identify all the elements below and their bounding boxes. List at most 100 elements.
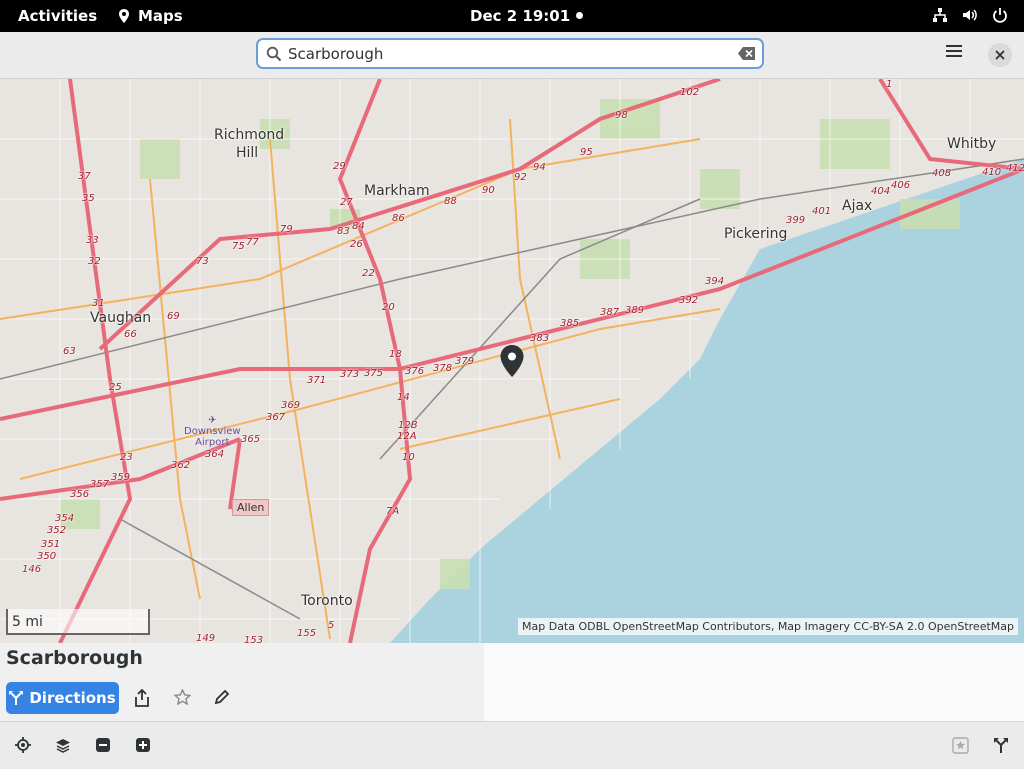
main-menu-icon[interactable] [946, 44, 962, 58]
route-number: 399 [786, 215, 806, 226]
route-number: 73 [196, 256, 209, 267]
route-number: 406 [891, 180, 911, 191]
place-label: Pickering [724, 226, 788, 242]
zoom-out-icon[interactable] [95, 737, 111, 753]
route-number: 29 [333, 161, 346, 172]
route-number: 79 [280, 224, 293, 235]
system-menu[interactable] [932, 7, 1008, 23]
place-label: Markham [364, 183, 430, 199]
clear-search-icon[interactable] [738, 47, 756, 60]
route-number: 149 [196, 633, 216, 643]
airplane-icon: ✈ [208, 415, 217, 426]
route-number: 5 [328, 620, 335, 631]
route-number: 369 [281, 400, 301, 411]
route-number: 86 [392, 213, 405, 224]
place-label: Ajax [842, 198, 873, 214]
map-view[interactable]: Richmond Hill Markham Vaughan Pickering … [0, 79, 1024, 643]
favorites-icon[interactable] [952, 737, 969, 754]
route-number: 155 [297, 628, 317, 639]
route-planner-icon[interactable] [993, 737, 1009, 753]
volume-icon [963, 9, 977, 21]
route-number: 352 [47, 525, 67, 536]
route-number: 14 [397, 392, 410, 403]
route-number: 392 [679, 295, 699, 306]
route-number: 389 [625, 305, 645, 316]
route-number: 354 [55, 513, 75, 524]
route-number: 412 [1006, 163, 1024, 174]
clock[interactable]: Dec 2 19:01 [470, 7, 570, 25]
route-number: 25 [109, 382, 122, 393]
directions-icon [9, 691, 24, 705]
route-number: 31 [92, 298, 105, 309]
share-icon[interactable] [134, 689, 150, 707]
route-number: 373 [340, 369, 360, 380]
zoom-in-icon[interactable] [135, 737, 151, 753]
directions-label: Directions [29, 689, 116, 707]
route-number: 362 [171, 460, 191, 471]
route-number: 365 [241, 434, 261, 445]
app-menu[interactable]: Maps [116, 7, 183, 25]
route-number: 367 [266, 412, 286, 423]
airport-label: ✈ Downsview Airport [184, 415, 241, 448]
route-number: 351 [41, 539, 61, 550]
route-number: 376 [405, 366, 425, 377]
maps-pin-icon [119, 9, 129, 23]
route-number: 77 [246, 237, 259, 248]
route-number: 90 [482, 185, 495, 196]
route-number: 27 [340, 197, 353, 208]
search-box[interactable] [256, 38, 764, 69]
search-input[interactable] [288, 44, 728, 64]
route-number: 385 [560, 318, 580, 329]
details-pane [484, 643, 1024, 721]
route-number: 404 [871, 186, 891, 197]
network-icon [933, 8, 947, 22]
place-label: Hill [236, 145, 259, 161]
airport-name-line1: Downsview [184, 426, 241, 437]
search-icon [266, 46, 282, 62]
current-location-icon[interactable] [15, 737, 31, 753]
route-number: 63 [63, 346, 76, 357]
route-number: 102 [680, 87, 700, 98]
route-number: 387 [600, 307, 620, 318]
directions-button[interactable]: Directions [6, 682, 119, 714]
route-number: 18 [389, 349, 402, 360]
top-bar: Activities Maps Dec 2 19:01 [0, 0, 1024, 32]
close-icon [995, 50, 1005, 60]
route-number: 401 [812, 206, 832, 217]
route-number: 375 [364, 368, 384, 379]
favorite-star-icon[interactable] [174, 689, 191, 706]
route-number: 378 [433, 363, 453, 374]
place-label: Richmond [214, 127, 285, 143]
route-number: 146 [22, 564, 42, 575]
route-number: 12B [398, 420, 418, 431]
location-marker-icon[interactable] [499, 344, 525, 378]
route-number: 371 [307, 375, 327, 386]
activities-button[interactable]: Activities [18, 7, 97, 25]
route-number: 88 [444, 196, 457, 207]
route-number: 383 [530, 333, 550, 344]
route-number: 394 [705, 276, 725, 287]
route-number: 356 [70, 489, 90, 500]
map-layers-icon[interactable] [55, 737, 71, 753]
close-button[interactable] [988, 43, 1012, 67]
allen-label: Allen [232, 499, 270, 516]
route-number: 75 [232, 241, 245, 252]
edit-pencil-icon[interactable] [214, 689, 230, 705]
header-bar [0, 32, 1024, 79]
route-number: 37 [78, 171, 91, 182]
place-label: Whitby [947, 136, 997, 152]
route-number: 69 [167, 311, 180, 322]
app-name: Maps [138, 7, 183, 25]
route-number: 357 [90, 479, 110, 490]
route-number: 98 [615, 110, 628, 121]
place-label: Toronto [301, 593, 353, 609]
route-number: 379 [455, 356, 475, 367]
route-number: 12A [397, 431, 417, 442]
route-number: 92 [514, 172, 527, 183]
bottom-toolbar [0, 721, 1024, 769]
map-scale: 5 mi [6, 609, 150, 635]
route-number: 153 [244, 635, 264, 643]
route-number: 33 [86, 235, 99, 246]
route-number: 26 [350, 239, 363, 250]
map-attribution: Map Data ODBL OpenStreetMap Contributors… [518, 618, 1018, 635]
